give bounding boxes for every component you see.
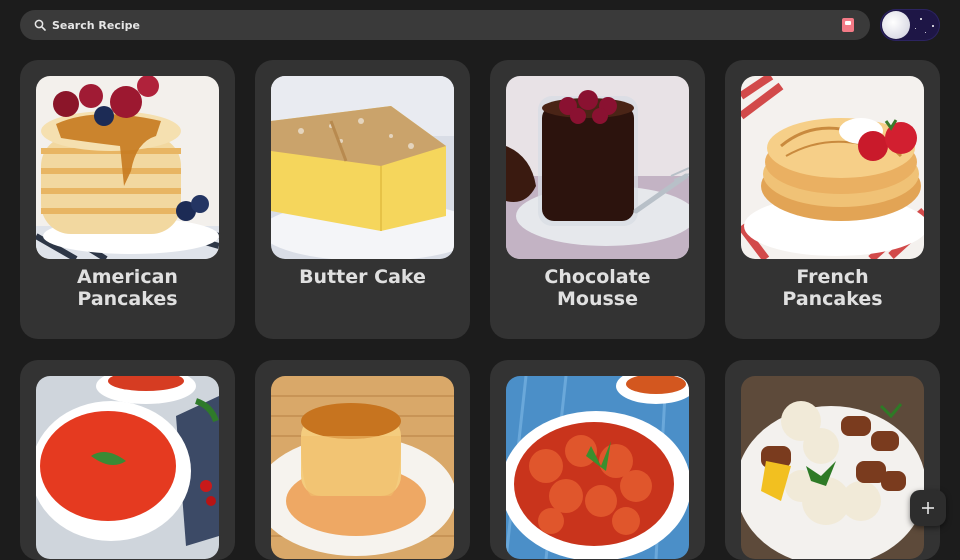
- recipe-photo: [506, 376, 689, 559]
- moon-icon: [882, 11, 910, 39]
- recipe-photo: [741, 376, 924, 559]
- star-icon: [932, 25, 934, 27]
- star-icon: [925, 32, 926, 33]
- search-bar[interactable]: Search Recipe: [20, 10, 870, 40]
- plus-icon: [921, 501, 935, 515]
- recipe-card[interactable]: Butter Cake: [255, 60, 470, 339]
- recipe-photo: [36, 376, 219, 559]
- recipe-card[interactable]: [20, 360, 235, 560]
- recipe-card[interactable]: Chocolate Mousse: [490, 60, 705, 339]
- recipe-photo: [36, 76, 219, 259]
- recipe-photo: [506, 76, 689, 259]
- recipe-card[interactable]: French Pancakes: [725, 60, 940, 339]
- recipe-photo: [271, 76, 454, 259]
- recipe-card[interactable]: [725, 360, 940, 560]
- star-icon: [915, 28, 916, 29]
- recipe-card[interactable]: [255, 360, 470, 560]
- search-input[interactable]: Search Recipe: [52, 19, 140, 32]
- recipe-grid: American Pancakes Butter Cake Chocolate …: [20, 60, 940, 560]
- recipe-photo: [271, 376, 454, 559]
- recipe-title: Butter Cake: [299, 266, 426, 288]
- recipe-title: French Pancakes: [782, 266, 883, 310]
- recipe-card[interactable]: American Pancakes: [20, 60, 235, 339]
- recipe-photo: [741, 76, 924, 259]
- recipe-book-icon[interactable]: [842, 18, 854, 32]
- add-recipe-button[interactable]: [910, 490, 946, 526]
- search-icon: [34, 19, 46, 31]
- recipe-title: American Pancakes: [77, 266, 178, 310]
- star-icon: [920, 18, 922, 20]
- recipe-card[interactable]: [490, 360, 705, 560]
- recipe-title: Chocolate Mousse: [544, 266, 651, 310]
- theme-toggle[interactable]: [880, 9, 940, 41]
